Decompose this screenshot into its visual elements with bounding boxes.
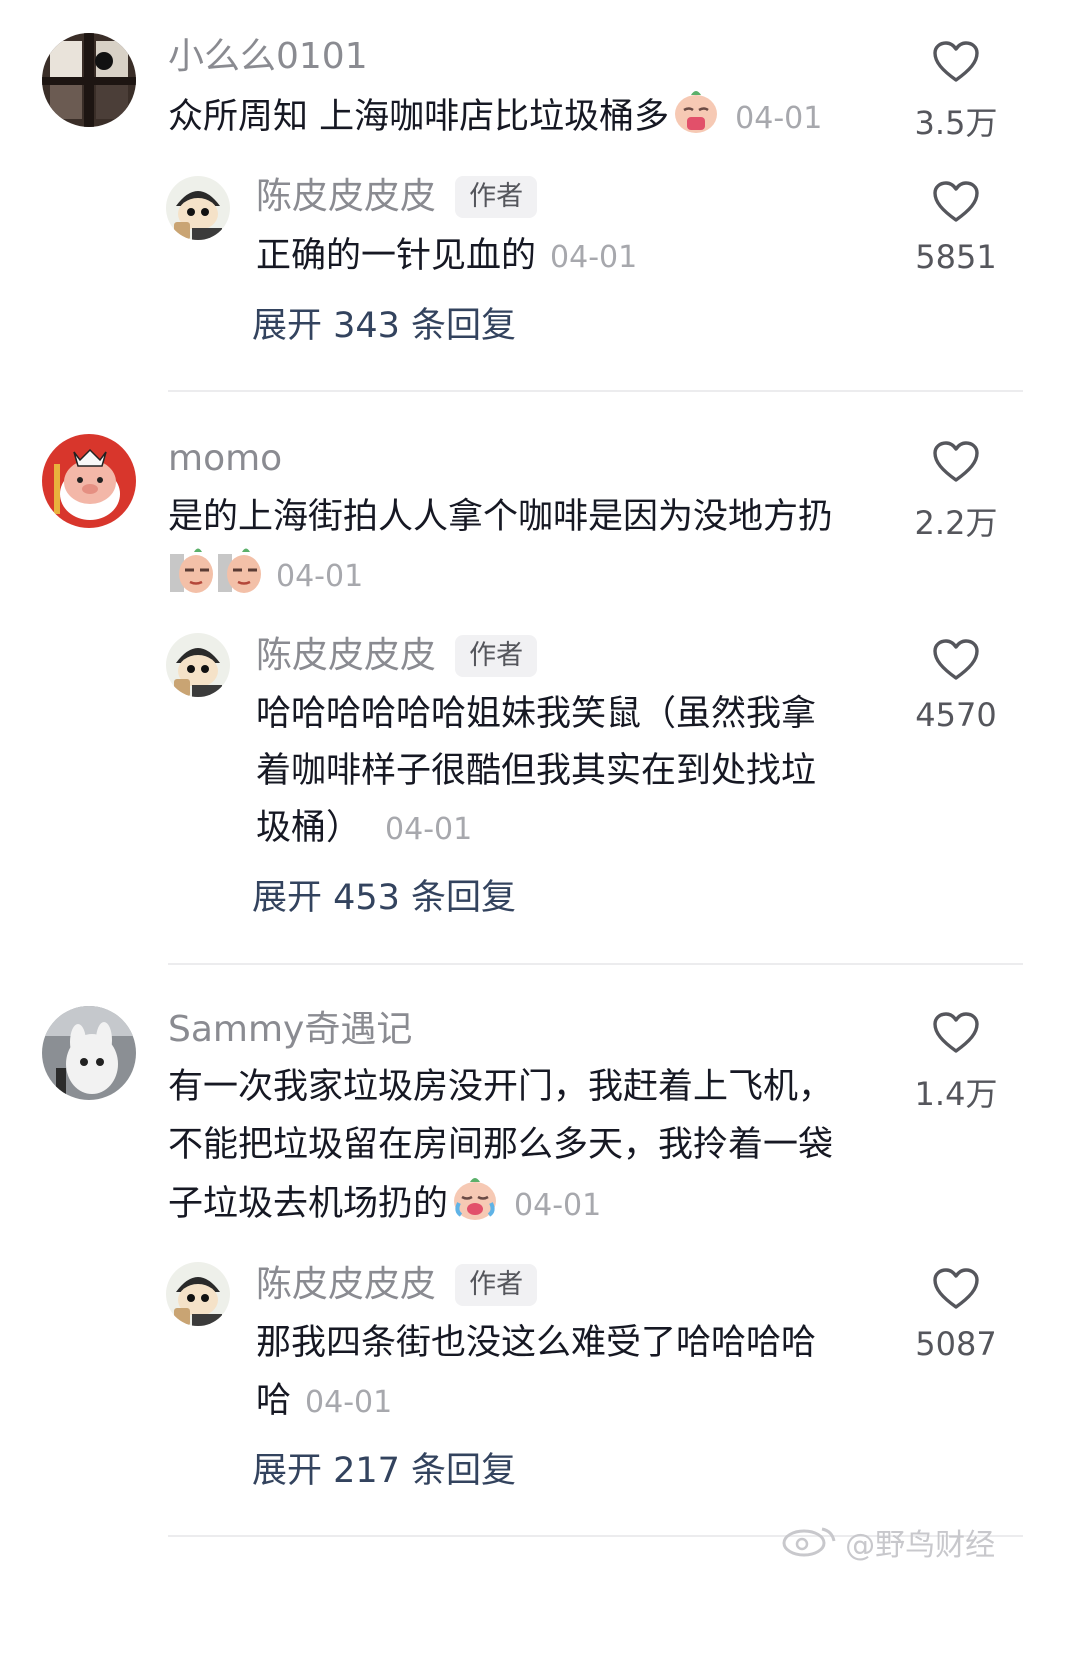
avatar[interactable] (42, 1006, 136, 1100)
author-badge: 作者 (455, 176, 538, 218)
divider (168, 963, 1023, 965)
reply-date: 04-01 (550, 240, 638, 275)
reply-text: 正确的一针见血的 04-01 (256, 226, 637, 288)
reply-text: 哈哈哈哈哈哈姐妹我笑鼠（虽然我拿 (256, 684, 816, 745)
reply-body: 哈哈哈哈哈哈姐妹我笑鼠（虽然我拿 (256, 694, 817, 734)
like-button[interactable]: 2.2万 (886, 440, 1026, 544)
side-eye-emoji-icon (168, 544, 214, 594)
crying-face-emoji-icon (450, 1173, 500, 1223)
side-eye-emoji-icon (216, 544, 262, 594)
reply-like-button[interactable]: 5851 (886, 180, 1026, 276)
expand-replies-link[interactable]: 展开 217 条回复 (252, 1454, 516, 1489)
reply-username[interactable]: 陈皮皮皮皮 (256, 1264, 436, 1305)
reply-body: 哈 (256, 1381, 292, 1421)
comment-text: 是的上海街拍人人拿个咖啡是因为没地方扔 (168, 487, 833, 548)
heart-outline-icon[interactable] (886, 440, 1026, 484)
reply-like-button[interactable]: 5087 (886, 1267, 1026, 1363)
like-count: 3.5万 (914, 104, 998, 142)
expand-replies-link[interactable]: 展开 343 条回复 (252, 309, 516, 344)
reply-body: 着咖啡样子很酷但我其实在到处找垃 (256, 751, 817, 791)
heart-outline-icon[interactable] (886, 1011, 1026, 1055)
comment-body: 有一次我家垃圾房没开门，我赶着上飞机， (168, 1067, 834, 1107)
divider (168, 390, 1023, 392)
watermark-text: @野鸟财经 (845, 1528, 996, 1563)
reply-like-count: 5851 (915, 238, 997, 276)
reply-username[interactable]: 陈皮皮皮皮 (256, 635, 436, 676)
comment-text-line: 子垃圾去机场扔的 04-01 (168, 1173, 601, 1236)
like-button[interactable]: 1.4万 (886, 1011, 1026, 1115)
reply-text: 那我四条街也没这么难受了哈哈哈哈 (256, 1313, 816, 1374)
comment-date: 04-01 (276, 559, 364, 594)
expand-replies-link[interactable]: 展开 453 条回复 (252, 881, 516, 916)
heart-outline-icon[interactable] (886, 1267, 1026, 1311)
comment-body: 是的上海街拍人人拿个咖啡是因为没地方扔 (168, 497, 834, 537)
avatar[interactable] (42, 434, 136, 528)
reply-header: 陈皮皮皮皮 作者 (256, 176, 538, 218)
reply-date: 04-01 (385, 812, 473, 847)
heart-outline-icon[interactable] (886, 40, 1026, 84)
comment-text-line: 04-01 (168, 544, 363, 607)
author-badge: 作者 (455, 1264, 538, 1306)
reply-body: 那我四条街也没这么难受了哈哈哈哈 (256, 1323, 817, 1363)
author-avatar[interactable] (166, 176, 230, 240)
reply-text-line: 哈 04-01 (256, 1371, 392, 1433)
comment-body: 子垃圾去机场扔的 (168, 1184, 449, 1224)
author-badge: 作者 (455, 635, 538, 677)
reply-date: 04-01 (305, 1385, 393, 1420)
heart-outline-icon[interactable] (886, 180, 1026, 224)
weibo-logo-icon (780, 1523, 840, 1561)
reply-like-button[interactable]: 4570 (886, 638, 1026, 734)
comment-text-line: 不能把垃圾留在房间那么多天，我拎着一袋 (168, 1115, 833, 1176)
reply-header: 陈皮皮皮皮 作者 (256, 635, 538, 677)
reply-like-count: 4570 (915, 696, 997, 734)
reply-body: 正确的一针见血的 (256, 236, 537, 276)
comment-body: 不能把垃圾留在房间那么多天，我拎着一袋 (168, 1125, 834, 1165)
author-avatar[interactable] (166, 1262, 230, 1326)
like-count: 2.2万 (914, 504, 998, 542)
avatar[interactable] (42, 33, 136, 127)
heart-outline-icon[interactable] (886, 638, 1026, 682)
comment-username[interactable]: Sammy奇遇记 (168, 1012, 412, 1048)
comment-text: 有一次我家垃圾房没开门，我赶着上飞机， (168, 1057, 833, 1118)
reply-header: 陈皮皮皮皮 作者 (256, 1264, 538, 1306)
reply-like-count: 5087 (915, 1325, 997, 1363)
like-count: 1.4万 (914, 1075, 998, 1113)
comment-username[interactable]: 小么么0101 (168, 39, 368, 75)
reply-text-line: 着咖啡样子很酷但我其实在到处找垃 (256, 741, 816, 802)
reply-text-line: 圾桶） 04-01 (256, 798, 472, 860)
reply-username[interactable]: 陈皮皮皮皮 (256, 176, 436, 217)
like-button[interactable]: 3.5万 (886, 40, 1026, 144)
comment-username[interactable]: momo (168, 441, 282, 477)
comment-date: 04-01 (735, 101, 823, 136)
comment-text: 众所周知 上海咖啡店比垃圾桶多 04-01 (168, 86, 822, 149)
comment-body: 众所周知 上海咖啡店比垃圾桶多 (168, 97, 670, 137)
praying-face-emoji-icon (671, 86, 721, 136)
comment-date: 04-01 (514, 1188, 602, 1223)
watermark: @野鸟财经 (780, 1520, 995, 1564)
reply-body: 圾桶） (256, 808, 362, 848)
author-avatar[interactable] (166, 633, 230, 697)
